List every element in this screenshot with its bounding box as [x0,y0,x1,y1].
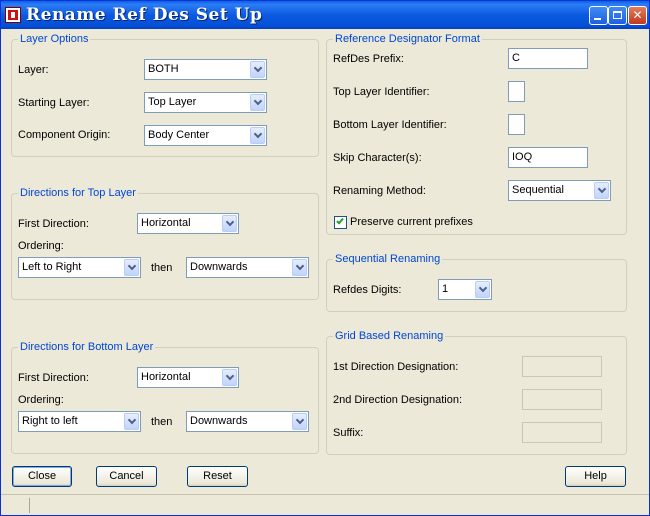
second-designation-label: 2nd Direction Designation: [333,394,463,406]
rename-refdes-dialog: Rename Ref Des Set Up ✕ Layer Options La… [0,0,650,516]
top-first-direction-value: Horizontal [141,217,191,229]
bottom-ordering-first-select[interactable]: Right to left [18,411,141,432]
maximize-button[interactable] [608,6,627,25]
app-icon [5,7,21,23]
close-icon: ✕ [632,8,643,22]
component-origin-label: Component Origin: [18,129,111,141]
component-origin-value: Body Center [148,129,210,141]
chevron-down-icon[interactable] [250,61,265,78]
top-layer-legend: Directions for Top Layer [18,187,138,199]
refdes-prefix-value: C [512,52,520,64]
top-first-direction-select[interactable]: Horizontal [137,213,239,234]
cancel-button[interactable]: Cancel [96,466,157,487]
renaming-method-label: Renaming Method: [333,185,426,197]
bottom-layer-legend: Directions for Bottom Layer [18,341,156,353]
chevron-down-icon[interactable] [222,215,237,232]
layer-options-legend: Layer Options [18,33,91,45]
sequential-renaming-legend: Sequential Renaming [333,253,443,265]
skip-characters-label: Skip Character(s): [333,152,422,164]
chevron-down-icon[interactable] [250,127,265,144]
status-pane [3,498,30,513]
first-designation-input[interactable] [522,356,602,377]
bottom-ordering-first-value: Right to left [22,415,78,427]
bottom-ordering-label: Ordering: [18,394,64,406]
preserve-prefixes-label[interactable]: Preserve current prefixes [350,216,473,228]
refdes-format-legend: Reference Designator Format [333,33,482,45]
starting-layer-label: Starting Layer: [18,97,90,109]
bottom-first-direction-value: Horizontal [141,371,191,383]
bottom-ordering-second-select[interactable]: Downwards [186,411,309,432]
status-bar [1,494,649,516]
minimize-icon [590,7,607,24]
renaming-method-select[interactable]: Sequential [508,180,611,201]
skip-characters-value: IOQ [512,151,533,163]
chevron-down-icon[interactable] [124,413,139,430]
first-designation-label: 1st Direction Designation: [333,361,459,373]
second-designation-input[interactable] [522,389,602,410]
layer-value: BOTH [148,63,179,75]
top-ordering-label: Ordering: [18,240,64,252]
suffix-label: Suffix: [333,427,364,439]
chevron-down-icon[interactable] [594,182,609,199]
refdes-digits-label: Refdes Digits: [333,284,402,296]
chevron-down-icon[interactable] [222,369,237,386]
title-bar[interactable]: Rename Ref Des Set Up ✕ [1,1,649,29]
chevron-down-icon[interactable] [250,94,265,111]
bottom-then-label: then [151,416,173,428]
refdes-digits-select[interactable]: 1 [438,279,492,300]
refdes-digits-value: 1 [442,283,449,295]
top-layer-identifier-input[interactable] [508,81,525,102]
top-first-direction-label: First Direction: [18,218,89,230]
starting-layer-value: Top Layer [148,96,197,108]
skip-characters-input[interactable]: IOQ [508,147,588,168]
chevron-down-icon[interactable] [292,259,307,276]
bottom-layer-identifier-label: Bottom Layer Identifier: [333,119,447,131]
component-origin-select[interactable]: Body Center [144,125,267,146]
bottom-layer-identifier-input[interactable] [508,114,525,135]
window-title: Rename Ref Des Set Up [26,5,263,25]
top-ordering-first-value: Left to Right [22,261,82,273]
preserve-prefixes-checkbox[interactable] [334,216,347,229]
top-ordering-second-select[interactable]: Downwards [186,257,309,278]
grid-based-renaming-legend: Grid Based Renaming [333,330,446,342]
top-ordering-first-select[interactable]: Left to Right [18,257,141,278]
top-layer-identifier-label: Top Layer Identifier: [333,86,430,98]
maximize-icon [609,7,626,24]
renaming-method-value: Sequential [512,184,564,196]
minimize-button[interactable] [589,6,608,25]
reset-button[interactable]: Reset [187,466,248,487]
layer-select[interactable]: BOTH [144,59,267,80]
help-button[interactable]: Help [565,466,626,487]
bottom-ordering-second-value: Downwards [190,415,248,427]
refdes-prefix-input[interactable]: C [508,48,588,69]
bottom-first-direction-label: First Direction: [18,372,89,384]
chevron-down-icon[interactable] [292,413,307,430]
chevron-down-icon[interactable] [124,259,139,276]
top-ordering-second-value: Downwards [190,261,248,273]
suffix-input[interactable] [522,422,602,443]
starting-layer-select[interactable]: Top Layer [144,92,267,113]
layer-label: Layer: [18,64,49,76]
refdes-prefix-label: RefDes Prefix: [333,53,404,65]
close-window-button[interactable]: ✕ [628,6,647,25]
chevron-down-icon[interactable] [475,281,490,298]
top-then-label: then [151,262,173,274]
close-button[interactable]: Close [12,466,72,487]
bottom-first-direction-select[interactable]: Horizontal [137,367,239,388]
